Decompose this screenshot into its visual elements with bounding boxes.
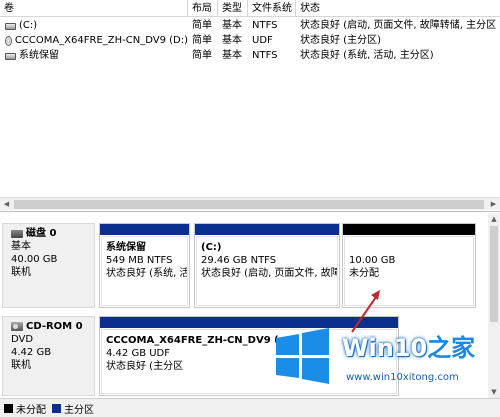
legend-swatch (52, 403, 61, 413)
disk-state: 联机 (11, 360, 31, 371)
volume-name: CCCOMA_X64FRE_ZH-CN_DV9 (D:) (14, 35, 188, 46)
disk-size: 4.42 GB (11, 347, 52, 358)
volume-name: 系统保留 (19, 50, 59, 61)
win10-watermark-logo: Win10之家 www.win10xitong.com (268, 322, 500, 398)
partition-title: 系统保留 (106, 242, 146, 253)
volume-status: 状态良好 (主分区) (300, 35, 381, 46)
disk-type: DVD (11, 334, 34, 345)
horizontal-scrollbar[interactable]: ◀ ▶ (0, 197, 500, 210)
volume-type: 基本 (222, 35, 242, 46)
legend-item-unallocated: 未分配 (4, 401, 46, 416)
volume-row-system-reserved[interactable]: 系统保留 简单 基本 NTFS 状态良好 (系统, 活动, 主分区) (0, 49, 500, 63)
volume-filesystem: NTFS (252, 20, 278, 31)
scrollbar-thumb[interactable] (490, 226, 498, 322)
partition-status: 状态良好 (启动, 页面文件, 故障 (201, 268, 338, 279)
disk-name: 磁盘 0 (26, 228, 57, 239)
scroll-right-icon[interactable]: ▶ (487, 198, 500, 211)
column-header-layout[interactable]: 布局 (188, 0, 218, 17)
partition-title: (C:) (201, 242, 222, 253)
partition-unallocated[interactable]: 10.00 GB 未分配 (342, 223, 476, 308)
watermark-brand-zh: 之家 (427, 334, 476, 362)
partition-size: 549 MB NTFS (106, 255, 173, 266)
watermark-brand-latin: Win10 (342, 334, 428, 362)
volume-name: (C:) (19, 20, 38, 31)
volume-layout: 简单 (192, 35, 212, 46)
disk-type: 基本 (11, 241, 31, 252)
scroll-left-icon[interactable]: ◀ (0, 198, 13, 211)
scroll-up-icon[interactable]: ▲ (488, 213, 500, 225)
disk-state: 联机 (11, 267, 31, 278)
partition-system-reserved[interactable]: 系统保留 549 MB NTFS 状态良好 (系统, 活 (99, 223, 190, 308)
volume-status: 状态良好 (启动, 页面文件, 故障转储, 主分区 (300, 20, 497, 31)
volume-filesystem: NTFS (252, 50, 278, 61)
column-header-filesystem[interactable]: 文件系统 (248, 0, 296, 17)
volume-filesystem: UDF (252, 35, 273, 46)
disk-name: CD-ROM 0 (26, 321, 83, 332)
cd-drive-icon (5, 36, 12, 46)
column-header-status[interactable]: 状态 (296, 0, 500, 17)
volume-type: 基本 (222, 50, 242, 61)
volume-row-c[interactable]: (C:) 简单 基本 NTFS 状态良好 (启动, 页面文件, 故障转储, 主分… (0, 19, 500, 33)
cdrom-0-label[interactable]: CD-ROM 0 DVD 4.42 GB 联机 (2, 316, 95, 396)
partition-size: 10.00 GB (349, 255, 396, 266)
windows-logo-icon (276, 328, 329, 384)
partition-bar (195, 224, 339, 235)
drive-icon (5, 52, 16, 60)
volume-list-pane: 卷 布局 类型 文件系统 状态 (C:) 简单 基本 NTFS 状态良好 (启动… (0, 0, 500, 212)
volume-layout: 简单 (192, 50, 212, 61)
volume-row-d[interactable]: CCCOMA_X64FRE_ZH-CN_DV9 (D:) 简单 基本 UDF 状… (0, 34, 500, 48)
hard-disk-icon (11, 229, 23, 238)
legend-bar: 未分配 主分区 (0, 398, 500, 417)
disk-size: 40.00 GB (11, 254, 58, 265)
partition-status: 未分配 (349, 268, 379, 279)
legend-swatch (4, 403, 13, 413)
legend-item-primary: 主分区 (52, 401, 94, 416)
volume-layout: 简单 (192, 20, 212, 31)
partition-bar (100, 224, 189, 235)
legend-label: 主分区 (64, 404, 94, 416)
column-header-type[interactable]: 类型 (218, 0, 248, 17)
volume-list-header: 卷 布局 类型 文件系统 状态 (0, 0, 500, 17)
volume-status: 状态良好 (系统, 活动, 主分区) (300, 50, 434, 61)
watermark-url: www.win10xitong.com (346, 372, 459, 383)
disk-0-label[interactable]: 磁盘 0 基本 40.00 GB 联机 (2, 223, 95, 308)
volume-type: 基本 (222, 20, 242, 31)
legend-label: 未分配 (16, 404, 46, 416)
partition-bar (343, 224, 475, 235)
column-header-volume[interactable]: 卷 (0, 0, 188, 17)
partition-size: 29.46 GB NTFS (201, 255, 277, 266)
scrollbar-thumb[interactable] (14, 200, 484, 209)
partition-c[interactable]: (C:) 29.46 GB NTFS 状态良好 (启动, 页面文件, 故障 (194, 223, 340, 308)
partition-status: 状态良好 (系统, 活 (106, 268, 188, 279)
cd-rom-icon (11, 322, 23, 331)
drive-icon (5, 22, 16, 30)
